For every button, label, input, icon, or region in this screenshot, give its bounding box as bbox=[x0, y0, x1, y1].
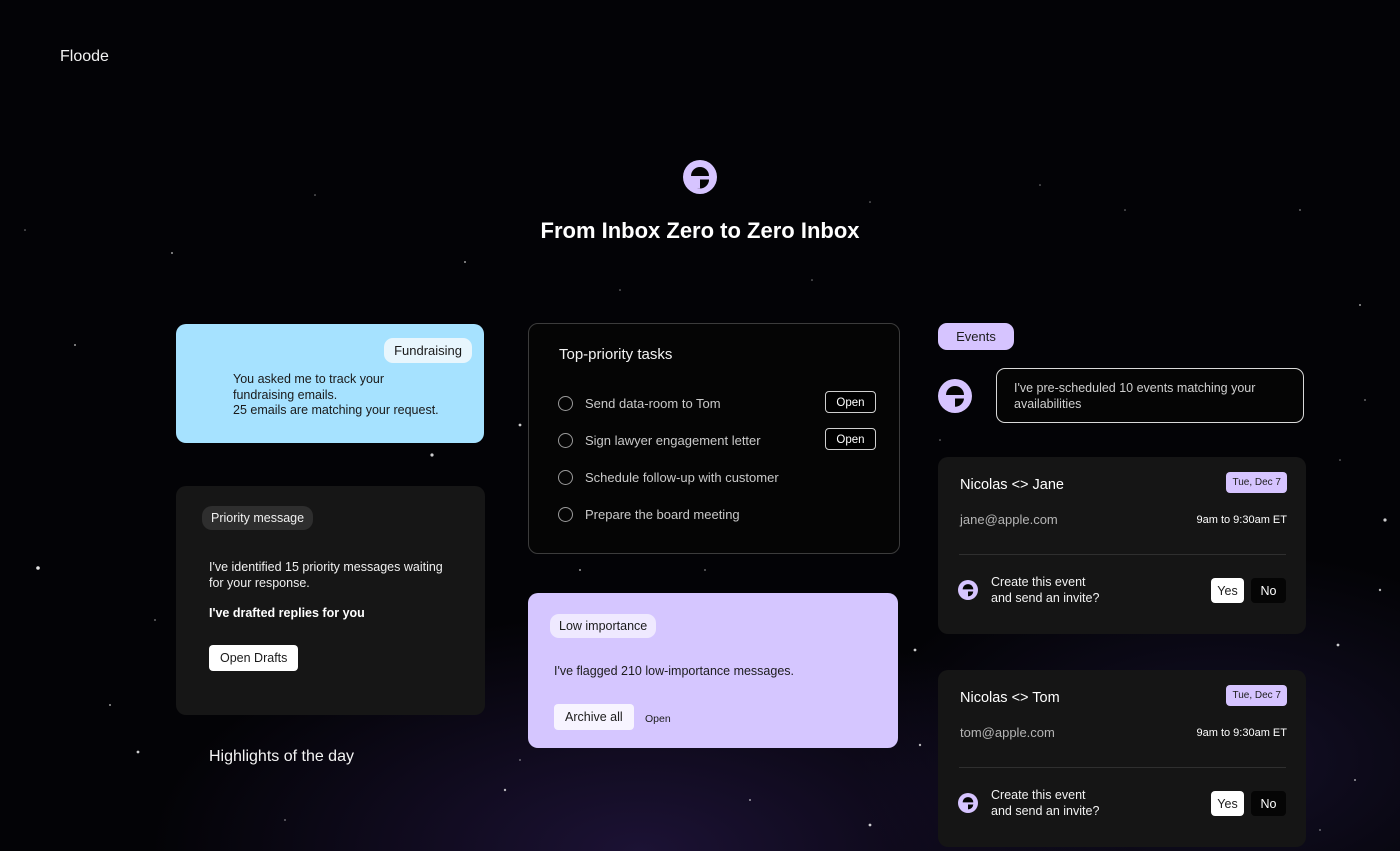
events-tag: Events bbox=[938, 323, 1014, 350]
event-question-line: Create this event bbox=[991, 788, 1086, 802]
task-label: Schedule follow-up with customer bbox=[585, 470, 779, 485]
priority-tag: Priority message bbox=[202, 506, 314, 530]
assistant-message-bubble: I've pre-scheduled 10 events matching yo… bbox=[996, 368, 1304, 423]
task-item: Schedule follow-up with customer bbox=[558, 467, 876, 489]
event-question-line: and send an invite? bbox=[991, 591, 1100, 605]
event-title: Nicolas <> Tom bbox=[960, 690, 1060, 706]
circle-checkbox-icon[interactable] bbox=[558, 396, 573, 411]
tasks-title: Top-priority tasks bbox=[559, 346, 673, 363]
low-importance-card: Low importance I've flagged 210 low-impo… bbox=[528, 593, 898, 748]
event-card: Nicolas <> Jane Tue, Dec 7 jane@apple.co… bbox=[938, 457, 1306, 634]
task-label: Prepare the board meeting bbox=[585, 507, 740, 522]
event-date-badge: Tue, Dec 7 bbox=[1226, 685, 1287, 706]
low-importance-message: I've flagged 210 low-importance messages… bbox=[554, 664, 795, 678]
event-time: 9am to 9:30am ET bbox=[1196, 727, 1288, 739]
floode-logo-icon bbox=[958, 580, 978, 600]
assistant-message-line: availabilities bbox=[1014, 397, 1082, 411]
low-importance-tag: Low importance bbox=[550, 614, 657, 638]
event-question: Create this event and send an invite? bbox=[991, 574, 1161, 606]
no-button[interactable]: No bbox=[1251, 791, 1286, 816]
circle-checkbox-icon[interactable] bbox=[558, 507, 573, 522]
priority-message: I've identified 15 priority messages wai… bbox=[209, 560, 459, 591]
event-question-line: Create this event bbox=[991, 575, 1086, 589]
assistant-message: I've pre-scheduled 10 events matching yo… bbox=[1014, 380, 1294, 412]
fundraising-line: fundraising emails. bbox=[233, 387, 338, 402]
brand-name[interactable]: Floode bbox=[60, 48, 109, 66]
circle-checkbox-icon[interactable] bbox=[558, 433, 573, 448]
task-label: Send data-room to Tom bbox=[585, 396, 721, 411]
assistant-message-line: I've pre-scheduled 10 events matching yo… bbox=[1014, 381, 1256, 395]
highlights-label: Highlights of the day bbox=[209, 748, 354, 765]
event-time: 9am to 9:30am ET bbox=[1196, 514, 1288, 526]
task-item: Send data-room to Tom Open bbox=[558, 391, 876, 415]
fundraising-line: You asked me to track your bbox=[233, 372, 385, 386]
hero-title: From Inbox Zero to Zero Inbox bbox=[540, 218, 860, 243]
event-date-badge: Tue, Dec 7 bbox=[1226, 472, 1287, 493]
task-item: Sign lawyer engagement letter Open bbox=[558, 428, 876, 452]
event-question: Create this event and send an invite? bbox=[991, 787, 1161, 819]
fundraising-message: You asked me to track your fundraising e… bbox=[233, 372, 463, 419]
priority-line: I've identified 15 priority messages wai… bbox=[209, 560, 443, 574]
circle-checkbox-icon[interactable] bbox=[558, 470, 573, 485]
assistant-logo-icon bbox=[938, 379, 972, 413]
fundraising-line: 25 emails are matching your request. bbox=[233, 403, 439, 417]
event-question-line: and send an invite? bbox=[991, 804, 1100, 818]
top-priority-tasks-card: Top-priority tasks Send data-room to Tom… bbox=[528, 323, 900, 554]
event-title: Nicolas <> Jane bbox=[960, 477, 1064, 493]
task-label: Sign lawyer engagement letter bbox=[585, 433, 761, 448]
fundraising-tag: Fundraising bbox=[384, 338, 472, 363]
event-divider bbox=[959, 767, 1286, 768]
task-item: Prepare the board meeting bbox=[558, 504, 876, 526]
floode-logo-icon bbox=[683, 160, 717, 194]
no-button[interactable]: No bbox=[1251, 578, 1286, 603]
open-drafts-button[interactable]: Open Drafts bbox=[209, 645, 299, 671]
event-email: tom@apple.com bbox=[960, 725, 1055, 740]
archive-all-button[interactable]: Archive all bbox=[554, 704, 634, 730]
priority-message-card: Priority message I've identified 15 prio… bbox=[176, 486, 485, 715]
fundraising-card[interactable]: Fundraising You asked me to track your f… bbox=[176, 324, 484, 443]
yes-button[interactable]: Yes bbox=[1211, 578, 1244, 603]
event-card: Nicolas <> Tom Tue, Dec 7 tom@apple.com … bbox=[938, 670, 1306, 847]
task-open-button[interactable]: Open bbox=[825, 428, 876, 450]
drafted-replies-text: I've drafted replies for you bbox=[209, 606, 365, 620]
yes-button[interactable]: Yes bbox=[1211, 791, 1244, 816]
event-email: jane@apple.com bbox=[960, 512, 1058, 527]
open-low-importance-link[interactable]: Open bbox=[645, 713, 671, 725]
event-divider bbox=[959, 554, 1286, 555]
priority-line: for your response. bbox=[209, 575, 310, 590]
task-open-button[interactable]: Open bbox=[825, 391, 876, 413]
floode-logo-icon bbox=[958, 793, 978, 813]
